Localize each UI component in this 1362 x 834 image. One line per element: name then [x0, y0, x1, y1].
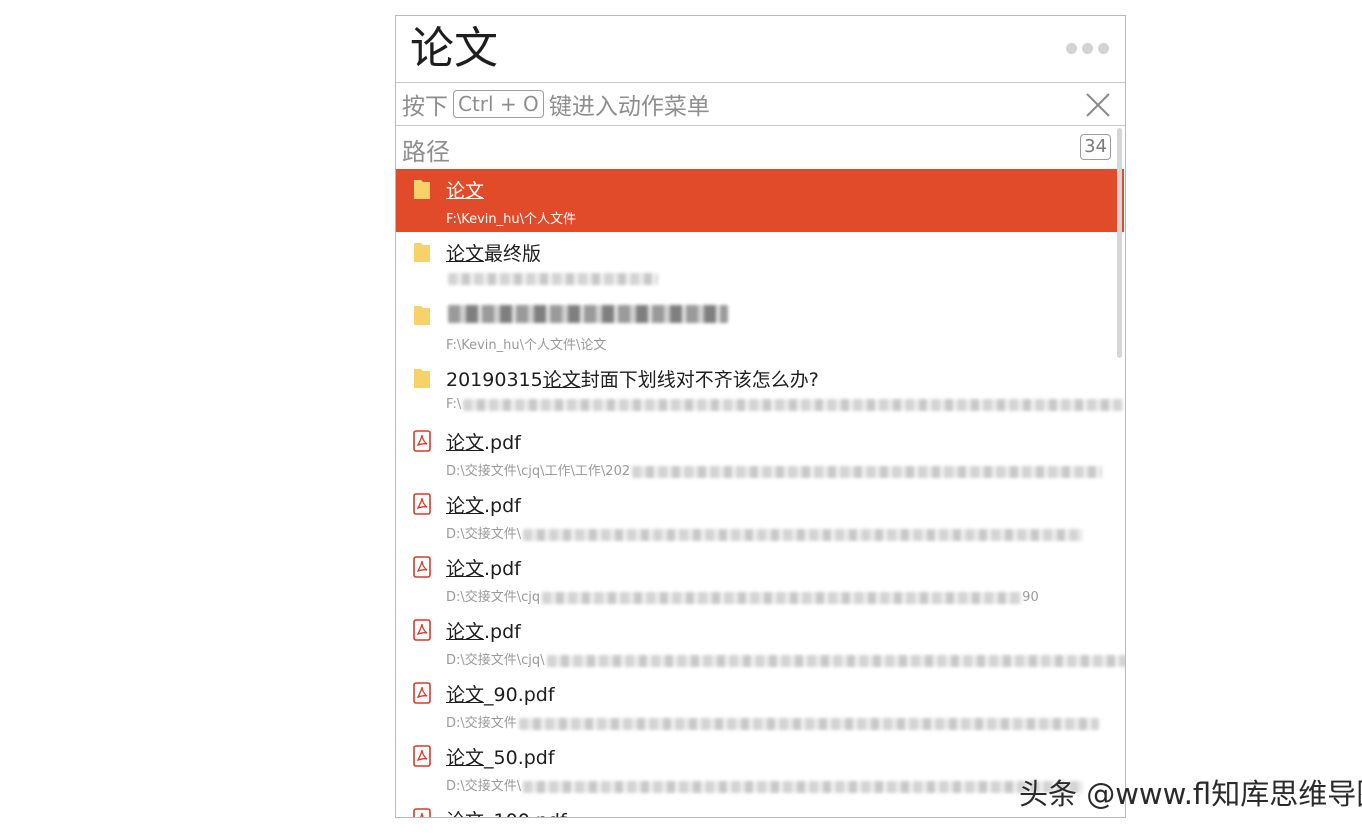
result-item[interactable]: 论文_90.pdf D:\交接文件: [396, 673, 1124, 736]
redacted-path: [463, 398, 1124, 411]
result-path: D:\交接文件\: [446, 523, 1084, 542]
pdf-icon: [413, 430, 431, 452]
result-item[interactable]: 论文.pdf D:\交接文件\cjq\工作\工作\202: [396, 421, 1124, 484]
result-path: D:\交接文件\: [446, 775, 1084, 794]
folder-icon: [413, 241, 431, 263]
result-title: 论文最终版: [446, 243, 542, 265]
match-highlight: 论文: [446, 243, 485, 265]
result-title: 论文.pdf: [446, 495, 521, 517]
folder-icon: [413, 178, 431, 200]
result-item[interactable]: 论文.pdf D:\交接文件\cjq\: [396, 610, 1125, 673]
redacted-path: [632, 465, 1103, 478]
redacted-title: [448, 304, 728, 323]
redacted-path: [546, 654, 1125, 667]
section-label: 路径: [402, 138, 450, 166]
redacted-path: [523, 780, 1084, 793]
result-path: D:\交接文件\cjq\: [446, 649, 1125, 668]
match-highlight: 论文: [446, 810, 484, 817]
search-panel: 论文 按下 Ctrl + O 键进入动作菜单 路径 34 论文 F:\Kevin_…: [395, 15, 1126, 818]
result-path: D:\交接文件: [446, 712, 1099, 731]
result-item[interactable]: 论文最终版: [396, 232, 1124, 295]
folder-icon: [413, 304, 431, 326]
scrollbar[interactable]: [1117, 128, 1122, 358]
redacted-path: [518, 717, 1099, 730]
redacted-path: [523, 528, 1084, 541]
result-title: 论文_90.pdf: [446, 684, 555, 706]
result-list: 论文 F:\Kevin_hu\个人文件论文最终版 F:\Kevin_hu\个人文件\…: [396, 169, 1125, 817]
result-item[interactable]: 20190315论文封面下划线对不齐该怎么办? F:\: [396, 358, 1124, 421]
shortcut-key-badge: Ctrl + O: [453, 90, 544, 118]
folder-icon: [413, 367, 431, 389]
result-title: 论文.pdf: [446, 621, 521, 643]
result-path: [446, 271, 658, 286]
close-icon[interactable]: [1085, 92, 1111, 118]
title-bar: 论文: [396, 16, 1125, 83]
result-title: 论文: [446, 176, 484, 203]
result-title: 论文.pdf: [446, 558, 521, 580]
pdf-icon: [413, 808, 431, 817]
result-item[interactable]: 论文_100.pdf: [396, 799, 1124, 817]
pdf-icon: [413, 682, 431, 704]
redacted-path: [542, 591, 1023, 604]
section-header: 路径 34: [396, 126, 1125, 169]
search-query-title[interactable]: 论文: [410, 20, 498, 78]
pdf-icon: [413, 745, 431, 767]
result-item[interactable]: 论文.pdf D:\交接文件\: [396, 484, 1124, 547]
result-title: 论文_50.pdf: [446, 747, 555, 769]
match-highlight: 论文: [446, 495, 485, 517]
match-highlight: 论文: [446, 432, 485, 454]
result-title: [446, 302, 728, 324]
match-highlight: 论文: [446, 684, 485, 706]
match-highlight: 论文: [542, 369, 581, 391]
match-highlight: 论文: [446, 558, 485, 580]
result-item[interactable]: 论文.pdf D:\交接文件\cjq 90: [396, 547, 1124, 610]
watermark-text: 头条 @www.fl知库思维导图网: [1019, 777, 1362, 811]
pdf-icon: [413, 493, 431, 515]
action-hint-bar: 按下 Ctrl + O 键进入动作菜单: [396, 83, 1125, 126]
result-title: 20190315论文封面下划线对不齐该怎么办?: [446, 369, 819, 391]
redacted-path: [448, 272, 658, 285]
pdf-icon: [413, 556, 431, 578]
result-path: D:\交接文件\cjq\工作\工作\202: [446, 460, 1103, 479]
more-options-icon[interactable]: [1066, 43, 1109, 54]
result-item[interactable]: 论文 F:\Kevin_hu\个人文件: [396, 169, 1124, 232]
result-path: F:\Kevin_hu\个人文件\论文: [446, 338, 607, 353]
result-path: F:\Kevin_hu\个人文件: [446, 212, 577, 227]
hint-suffix: 键进入动作菜单: [548, 94, 710, 120]
result-count-badge: 34: [1080, 134, 1111, 160]
match-highlight: 论文: [446, 747, 485, 769]
hint-prefix: 按下: [402, 94, 448, 120]
pdf-icon: [413, 619, 431, 641]
match-highlight: 论文: [446, 621, 485, 643]
result-title: 论文_100.pdf: [446, 806, 567, 817]
result-path: F:\: [446, 397, 1124, 412]
result-path: D:\交接文件\cjq 90: [446, 590, 1039, 605]
result-title: 论文.pdf: [446, 432, 521, 454]
match-highlight: 论文: [446, 180, 485, 202]
result-item[interactable]: F:\Kevin_hu\个人文件\论文: [396, 295, 1124, 358]
result-item[interactable]: 论文_50.pdf D:\交接文件\: [396, 736, 1124, 799]
